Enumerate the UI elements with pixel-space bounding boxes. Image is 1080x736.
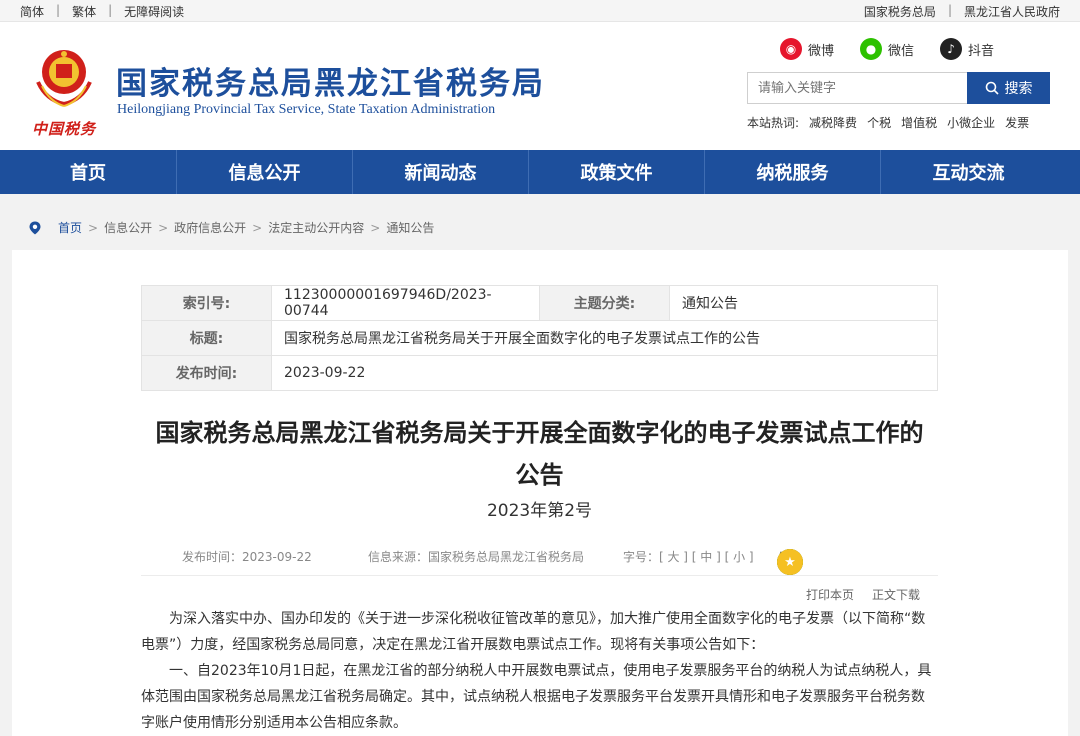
breadcrumb-info-disclosure[interactable]: 信息公开 [104, 219, 152, 236]
external-links: 国家税务总局 | 黑龙江省人民政府 [864, 3, 1060, 20]
douyin-icon: ♪ [940, 38, 963, 60]
breadcrumb-notices[interactable]: 通知公告 [386, 219, 434, 236]
download-link[interactable]: 正文下载 [872, 586, 920, 603]
breadcrumb-separator: > [370, 220, 381, 235]
search-button[interactable]: 搜索 [967, 72, 1050, 104]
article-tools: 打印本页 正文下载 [806, 586, 920, 603]
main-nav: 首页 信息公开 新闻动态 政策文件 纳税服务 互动交流 [0, 150, 1080, 194]
breadcrumb-separator: > [88, 220, 99, 235]
breadcrumb-statutory[interactable]: 法定主动公开内容 [268, 219, 364, 236]
share-favorite-icon[interactable]: ★ [777, 549, 803, 575]
hot-keywords-label: 本站热词: [747, 116, 800, 130]
article-title: 国家税务总局黑龙江省税务局关于开展全面数字化的电子发票试点工作的 公告 [141, 412, 938, 496]
article-paragraph: 一、自2023年10月1日起，在黑龙江省的部分纳税人中开展数电票试点，使用电子发… [141, 663, 932, 731]
title-value: 国家税务总局黑龙江省税务局关于开展全面数字化的电子发票试点工作的公告 [271, 320, 938, 356]
nav-item-news[interactable]: 新闻动态 [352, 150, 528, 194]
divider: | [947, 3, 952, 17]
breadcrumb-gov-info[interactable]: 政府信息公开 [174, 219, 246, 236]
weibo-link[interactable]: ◉ 微博 [780, 38, 834, 60]
hot-keyword[interactable]: 发票 [1005, 114, 1029, 131]
hot-keywords: 本站热词: 减税降费 个税 增值税 小微企业 发票 [747, 114, 1029, 131]
nav-item-interaction[interactable]: 互动交流 [880, 150, 1056, 194]
article-title-line: 公告 [515, 461, 564, 489]
nav-item-home[interactable]: 首页 [0, 150, 176, 194]
site-subtitle: Heilongjiang Provincial Tax Service, Sta… [117, 102, 496, 117]
title-label: 标题: [141, 320, 272, 356]
hot-keyword[interactable]: 小微企业 [947, 114, 995, 131]
search-icon [985, 81, 999, 95]
sta-link[interactable]: 国家税务总局 [864, 3, 936, 20]
wechat-link[interactable]: ● 微信 [860, 38, 914, 60]
accessible-reading-link[interactable]: 无障碍阅读 [124, 3, 184, 20]
search-input[interactable] [747, 72, 967, 104]
index-label: 索引号: [141, 285, 272, 321]
table-row: 标题: 国家税务总局黑龙江省税务局关于开展全面数字化的电子发票试点工作的公告 [141, 320, 938, 356]
font-size-control[interactable]: 字号：[ 大 ] [ 中 ] [ 小 ] [623, 548, 754, 565]
search-button-label: 搜索 [1004, 81, 1033, 97]
document-meta-table: 索引号: 11230000001697946D/2023-00744 主题分类:… [141, 285, 938, 391]
article-number: 2023年第2号 [486, 501, 593, 521]
language-links: 简体 | 繁体 | 无障碍阅读 [20, 3, 184, 20]
site-header: 中国税务 国家税务总局黑龙江省税务局 Heilongjiang Provinci… [0, 22, 1080, 150]
emblem-caption: 中国税务 [32, 120, 97, 138]
tax-emblem-icon [36, 50, 92, 107]
hot-keyword[interactable]: 个税 [867, 114, 891, 131]
nav-item-tax-service[interactable]: 纳税服务 [704, 150, 880, 194]
weibo-label: 微博 [808, 43, 835, 59]
date-label: 发布时间: [141, 355, 272, 391]
traditional-link[interactable]: 繁体 [72, 3, 96, 20]
breadcrumb-home[interactable]: 首页 [58, 219, 82, 236]
article-title-line: 国家税务总局黑龙江省税务局关于开展全面数字化的电子发票试点工作的 [155, 419, 924, 447]
hot-keyword[interactable]: 减税降费 [809, 114, 857, 131]
divider: | [108, 3, 113, 17]
location-pin-icon [29, 221, 41, 234]
print-link[interactable]: 打印本页 [806, 586, 854, 603]
breadcrumb-separator: > [158, 220, 169, 235]
simplified-link[interactable]: 简体 [20, 3, 44, 20]
article-info-bar: 发布时间：2023-09-22 信息来源：国家税务总局黑龙江省税务局 字号：[ … [141, 540, 938, 576]
site-title[interactable]: 国家税务总局黑龙江省税务局 [116, 58, 545, 103]
breadcrumb: 首页 > 信息公开 > 政府信息公开 > 法定主动公开内容 > 通知公告 [28, 219, 434, 236]
weibo-icon: ◉ [780, 38, 802, 60]
douyin-label: 抖音 [968, 43, 995, 59]
index-value: 11230000001697946D/2023-00744 [271, 285, 540, 321]
topic-label: 主题分类: [539, 285, 670, 321]
content-panel: 索引号: 11230000001697946D/2023-00744 主题分类:… [12, 250, 1068, 736]
publish-time: 发布时间：2023-09-22 [182, 550, 312, 564]
hot-keyword[interactable]: 增值税 [901, 114, 937, 131]
article-paragraph: 为深入落实中办、国办印发的《关于进一步深化税收征管改革的意见》，加大推广使用全面… [141, 611, 926, 653]
article-body: 为深入落实中办、国办印发的《关于进一步深化税收征管改革的意见》，加大推广使用全面… [141, 606, 938, 736]
douyin-link[interactable]: ♪ 抖音 [940, 38, 994, 60]
topic-value: 通知公告 [669, 285, 938, 321]
date-value: 2023-09-22 [271, 355, 938, 391]
breadcrumb-separator: > [252, 220, 263, 235]
search-bar: 搜索 [747, 72, 1050, 104]
social-links: ◉ 微博 ● 微信 ♪ 抖音 [780, 38, 994, 60]
table-row: 发布时间: 2023-09-22 [141, 355, 938, 391]
nav-item-info-disclosure[interactable]: 信息公开 [176, 150, 352, 194]
nav-item-policy[interactable]: 政策文件 [528, 150, 704, 194]
wechat-icon: ● [860, 38, 883, 60]
provincial-gov-link[interactable]: 黑龙江省人民政府 [964, 3, 1060, 20]
info-source: 信息来源：国家税务总局黑龙江省税务局 [368, 550, 585, 564]
wechat-label: 微信 [888, 43, 915, 59]
table-row: 索引号: 11230000001697946D/2023-00744 主题分类:… [141, 285, 938, 321]
top-utility-bar: 简体 | 繁体 | 无障碍阅读 国家税务总局 | 黑龙江省人民政府 [0, 0, 1080, 22]
divider: | [56, 3, 61, 17]
